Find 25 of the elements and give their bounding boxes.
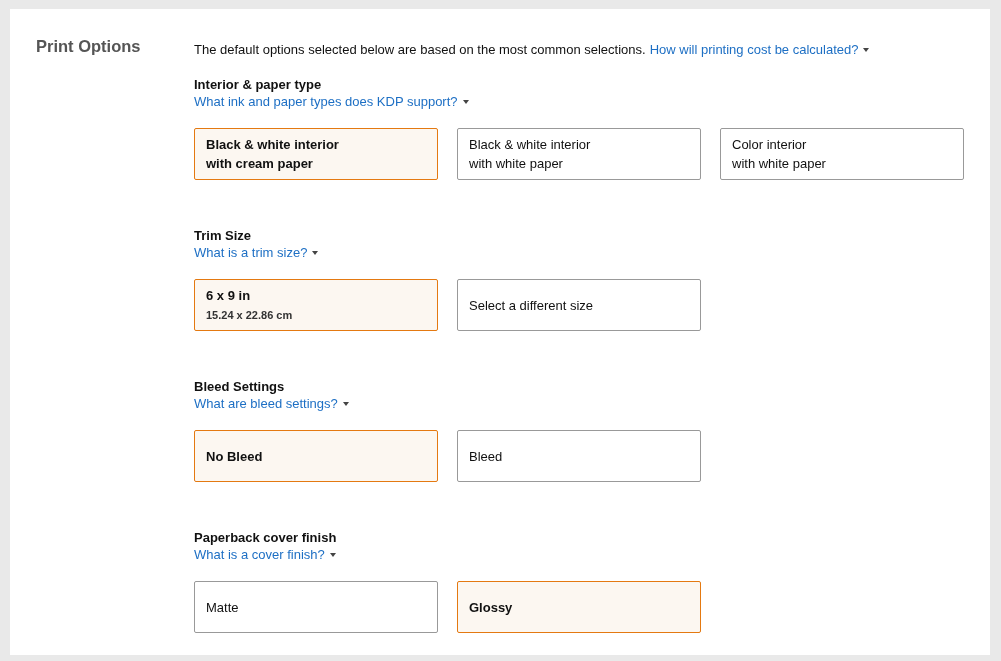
- option-button[interactable]: Black & white interior with cream paper: [194, 128, 438, 180]
- help-link[interactable]: What is a cover finish?: [194, 546, 336, 563]
- help-link[interactable]: How will printing cost be calculated?: [649, 42, 870, 57]
- option-button[interactable]: No Bleed: [194, 430, 438, 482]
- option-button[interactable]: Select a different size: [457, 279, 701, 331]
- option-heading: Interior & paper type: [194, 76, 322, 93]
- option-button[interactable]: Matte: [194, 581, 438, 633]
- option-button[interactable]: Color interior with white paper: [720, 128, 964, 180]
- option-button[interactable]: Black & white interior with white paper: [457, 128, 701, 180]
- caret-icon: [863, 47, 870, 52]
- option-button[interactable]: Bleed: [457, 430, 701, 482]
- caret-icon: [462, 99, 469, 104]
- option-button[interactable]: Glossy: [457, 581, 701, 633]
- section-title: Print Options: [36, 37, 142, 56]
- help-link[interactable]: What ink and paper types does KDP support?: [194, 93, 469, 110]
- option-heading: Bleed Settings: [194, 378, 285, 395]
- option-heading: Trim Size: [194, 227, 252, 244]
- option-heading: Paperback cover finish: [194, 529, 337, 546]
- intro-text: The default options selected below are based on the most common selections.: [194, 42, 646, 57]
- caret-icon: [329, 552, 336, 557]
- caret-icon: [312, 250, 319, 255]
- caret-icon: [342, 401, 349, 406]
- help-link[interactable]: What is a trim size?: [194, 244, 319, 261]
- help-link[interactable]: What are bleed settings?: [194, 395, 349, 412]
- option-button[interactable]: 6 x 9 in 15.24 x 22.86 cm: [194, 279, 438, 331]
